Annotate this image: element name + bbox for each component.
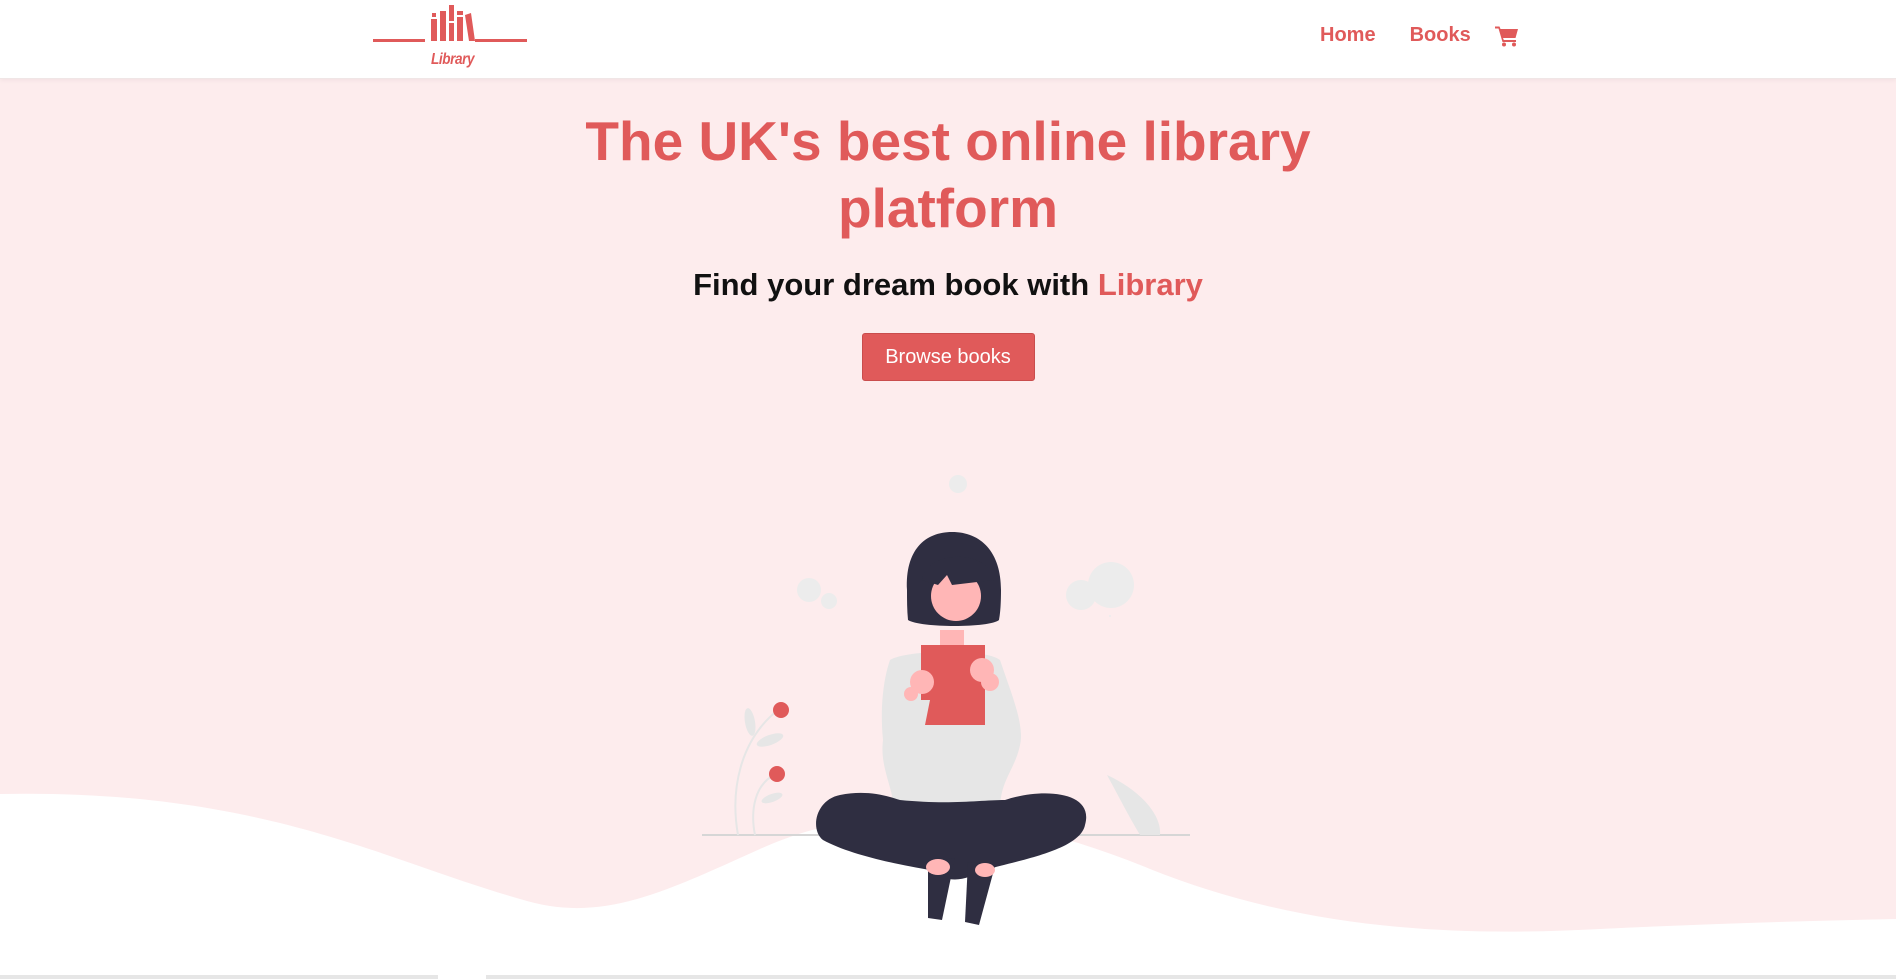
bottom-scroll-strip <box>0 975 1896 979</box>
bubble-shape <box>949 475 967 493</box>
hero-subtitle: Find your dream book with Library <box>0 267 1896 303</box>
subtitle-brand: Library <box>1097 267 1203 302</box>
bubble-shape <box>821 593 837 609</box>
bubble-shape <box>1088 562 1134 608</box>
page: Library Home Books The UK's best online … <box>0 0 1896 979</box>
bottom-strip-gap <box>438 975 486 979</box>
plant-left <box>734 702 789 836</box>
bubble-shape <box>1066 580 1096 610</box>
browse-books-button[interactable]: Browse books <box>861 333 1035 381</box>
hero-section: The UK's best online library platform Fi… <box>0 108 1896 381</box>
navbar: Library Home Books <box>0 0 1896 79</box>
nav-link-books[interactable]: Books <box>1410 24 1471 47</box>
library-logo[interactable]: Library <box>371 3 529 73</box>
shopping-cart-icon[interactable] <box>1494 25 1519 47</box>
nav-link-home[interactable]: Home <box>1320 24 1376 47</box>
bubble-shape <box>797 578 821 602</box>
leaf-right <box>1107 775 1161 835</box>
bubble-shape <box>1109 615 1111 617</box>
nav-links: Home Books <box>1320 24 1519 47</box>
hero-title: The UK's best online library platform <box>585 110 1311 239</box>
bookshelf-logo-icon <box>373 5 527 42</box>
logo-text: Library <box>431 51 475 68</box>
subtitle-prefix: Find your dream book with <box>693 267 1098 302</box>
reading-woman-illustration <box>702 475 1190 925</box>
